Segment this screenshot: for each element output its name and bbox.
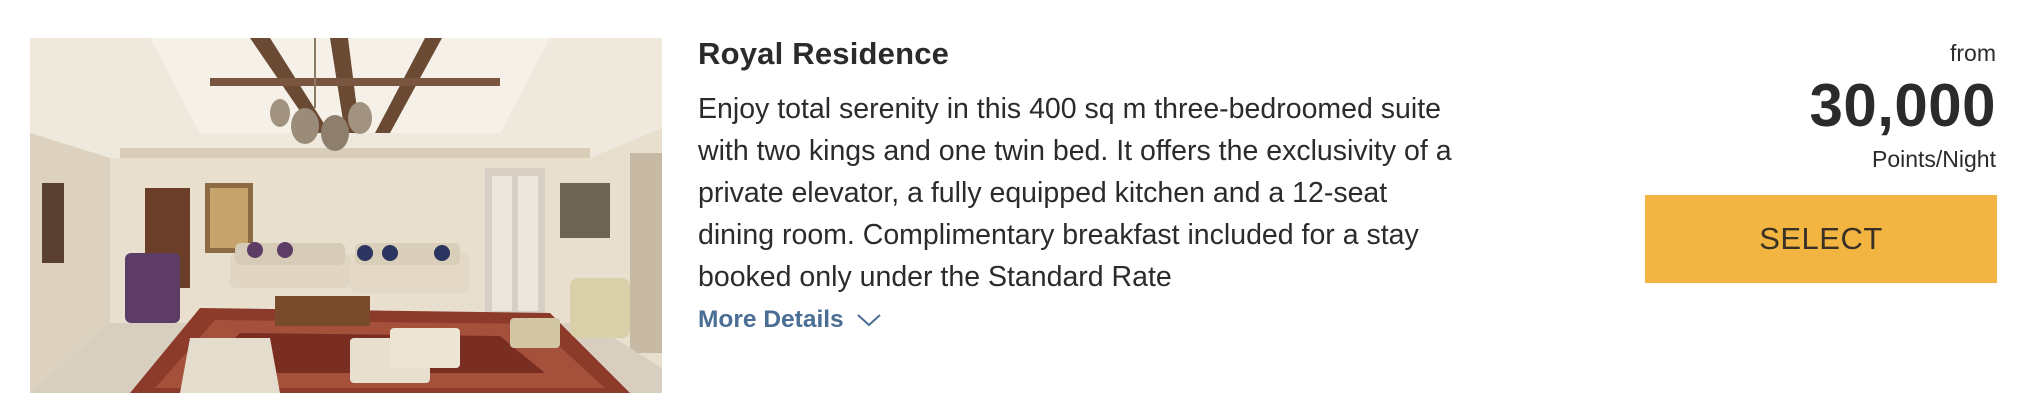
room-card: Royal Residence Enjoy total serenity in …	[0, 0, 2026, 414]
room-description-container: Enjoy total serenity in this 400 sq m th…	[698, 88, 1458, 298]
price-amount: 30,000	[1809, 72, 1996, 139]
room-title: Royal Residence	[698, 36, 950, 71]
price-unit: Points/Night	[1871, 146, 1996, 172]
chevron-down-icon	[857, 314, 881, 327]
price-block: from 30,000 Points/Night	[1809, 38, 1996, 174]
room-description: Enjoy total serenity in this 400 sq m th…	[698, 93, 1452, 293]
more-details-label: More Details	[698, 306, 844, 333]
price-prefix: from	[1950, 40, 1996, 66]
room-photo[interactable]	[30, 38, 662, 393]
more-details-link[interactable]: More Details	[698, 306, 882, 334]
room-photo-image	[30, 38, 662, 393]
select-button[interactable]: SELECT	[1645, 195, 1997, 283]
